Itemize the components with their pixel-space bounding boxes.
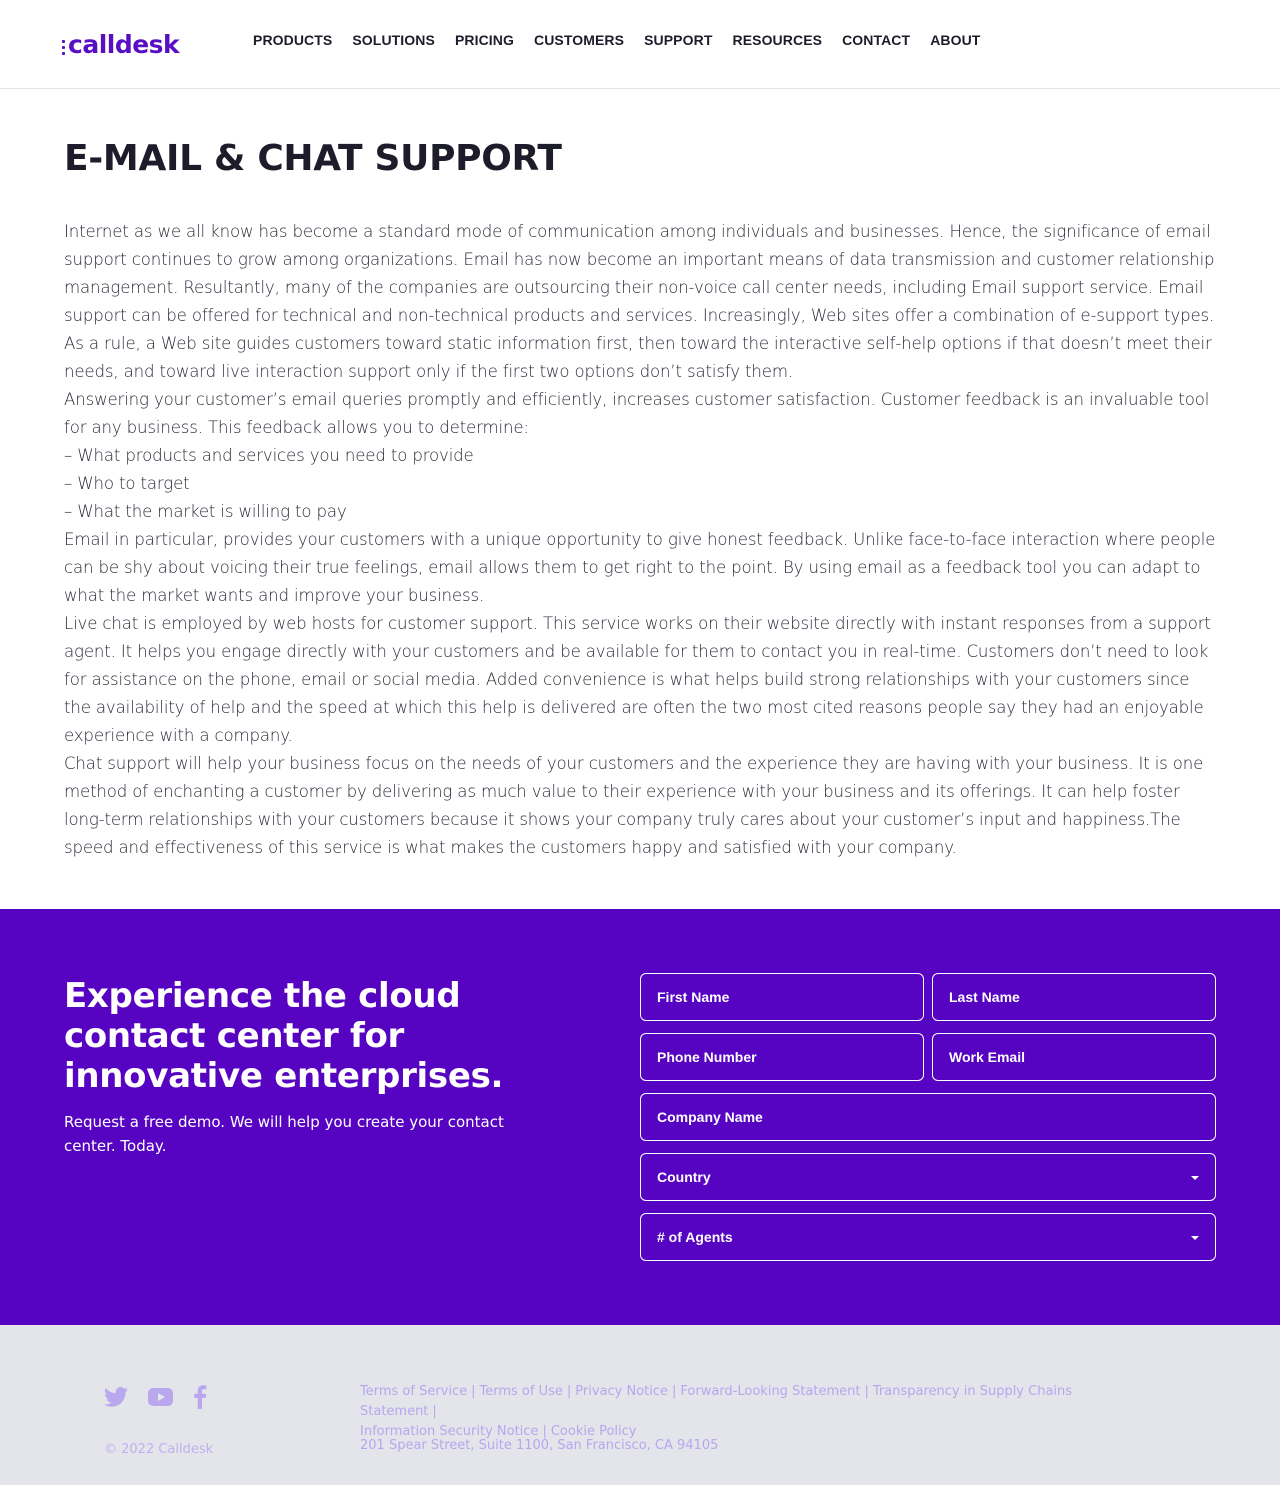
- information-security-notice-link[interactable]: Information Security Notice: [360, 1424, 538, 1439]
- site-header: calldesk PRODUCTS SOLUTIONS PRICING CUST…: [0, 0, 1280, 89]
- logo-text: calldesk: [68, 29, 180, 59]
- privacy-notice-link[interactable]: Privacy Notice: [575, 1384, 668, 1399]
- article-paragraph: Live chat is employed by web hosts for c…: [64, 614, 1211, 745]
- nav-products[interactable]: PRODUCTS: [253, 32, 332, 48]
- nav-pricing[interactable]: PRICING: [455, 32, 514, 48]
- article-paragraph: Answering your customer’s email queries …: [64, 390, 1210, 437]
- forward-looking-statement-link[interactable]: Forward-Looking Statement: [680, 1384, 860, 1399]
- last-name-placeholder: Last Name: [949, 989, 1020, 1005]
- facebook-icon[interactable]: [193, 1385, 207, 1409]
- terms-of-use-link[interactable]: Terms of Use: [480, 1384, 563, 1399]
- first-name-field[interactable]: First Name: [640, 973, 924, 1021]
- terms-of-service-link[interactable]: Terms of Service: [360, 1384, 467, 1399]
- copyright-text: © 2022 Calldesk: [104, 1442, 214, 1457]
- calldesk-logo[interactable]: calldesk: [62, 29, 180, 59]
- agents-select[interactable]: # of Agents: [640, 1213, 1216, 1261]
- company-placeholder: Company Name: [657, 1109, 763, 1125]
- article-body: Internet as we all know has become a sta…: [64, 218, 1216, 862]
- company-name-field[interactable]: Company Name: [640, 1093, 1216, 1141]
- nav-support[interactable]: SUPPORT: [644, 32, 712, 48]
- main-nav: PRODUCTS SOLUTIONS PRICING CUSTOMERS SUP…: [253, 32, 1000, 48]
- social-links: [104, 1385, 207, 1409]
- nav-contact[interactable]: CONTACT: [842, 32, 910, 48]
- company-address: 201 Spear Street, Suite 1100, San Franci…: [360, 1438, 719, 1453]
- cta-subtext: Request a free demo. We will help you cr…: [64, 1113, 504, 1155]
- list-item: – What products and services you need to…: [64, 446, 474, 465]
- cookie-policy-link[interactable]: Cookie Policy: [551, 1424, 637, 1439]
- first-name-placeholder: First Name: [657, 989, 730, 1005]
- nav-customers[interactable]: CUSTOMERS: [534, 32, 624, 48]
- site-footer: © 2022 Calldesk Terms of Service | Terms o…: [0, 1325, 1280, 1485]
- demo-request-section: Experience the cloud contact center for …: [0, 909, 1280, 1325]
- nav-about[interactable]: ABOUT: [930, 32, 980, 48]
- article-paragraph: Chat support will help your business foc…: [64, 754, 1204, 857]
- page-title: E-MAIL & CHAT SUPPORT: [64, 138, 562, 179]
- youtube-icon[interactable]: [148, 1388, 173, 1406]
- last-name-field[interactable]: Last Name: [932, 973, 1216, 1021]
- phone-placeholder: Phone Number: [657, 1049, 757, 1065]
- chevron-down-icon: [1191, 1176, 1199, 1180]
- chevron-down-icon: [1191, 1236, 1199, 1240]
- work-email-field[interactable]: Work Email: [932, 1033, 1216, 1081]
- legal-links: Terms of Service | Terms of Use | Privacy No…: [360, 1384, 1073, 1439]
- list-item: – Who to target: [64, 474, 190, 493]
- country-selected-value: Country: [657, 1169, 711, 1185]
- nav-resources[interactable]: RESOURCES: [732, 32, 822, 48]
- email-placeholder: Work Email: [949, 1049, 1025, 1065]
- phone-number-field[interactable]: Phone Number: [640, 1033, 924, 1081]
- country-select[interactable]: Country: [640, 1153, 1216, 1201]
- agents-selected-value: # of Agents: [657, 1229, 733, 1245]
- cta-heading: Experience the cloud contact center for …: [64, 976, 504, 1096]
- logo-mark-icon: [62, 39, 65, 55]
- nav-solutions[interactable]: SOLUTIONS: [352, 32, 435, 48]
- list-item: – What the market is willing to pay: [64, 502, 347, 521]
- article: E-MAIL & CHAT SUPPORT Internet as we all…: [64, 137, 1216, 857]
- article-paragraph: Internet as we all know has become a sta…: [64, 222, 1215, 381]
- twitter-icon[interactable]: [104, 1387, 128, 1407]
- article-paragraph: Email in particular, provides your custo…: [64, 530, 1216, 605]
